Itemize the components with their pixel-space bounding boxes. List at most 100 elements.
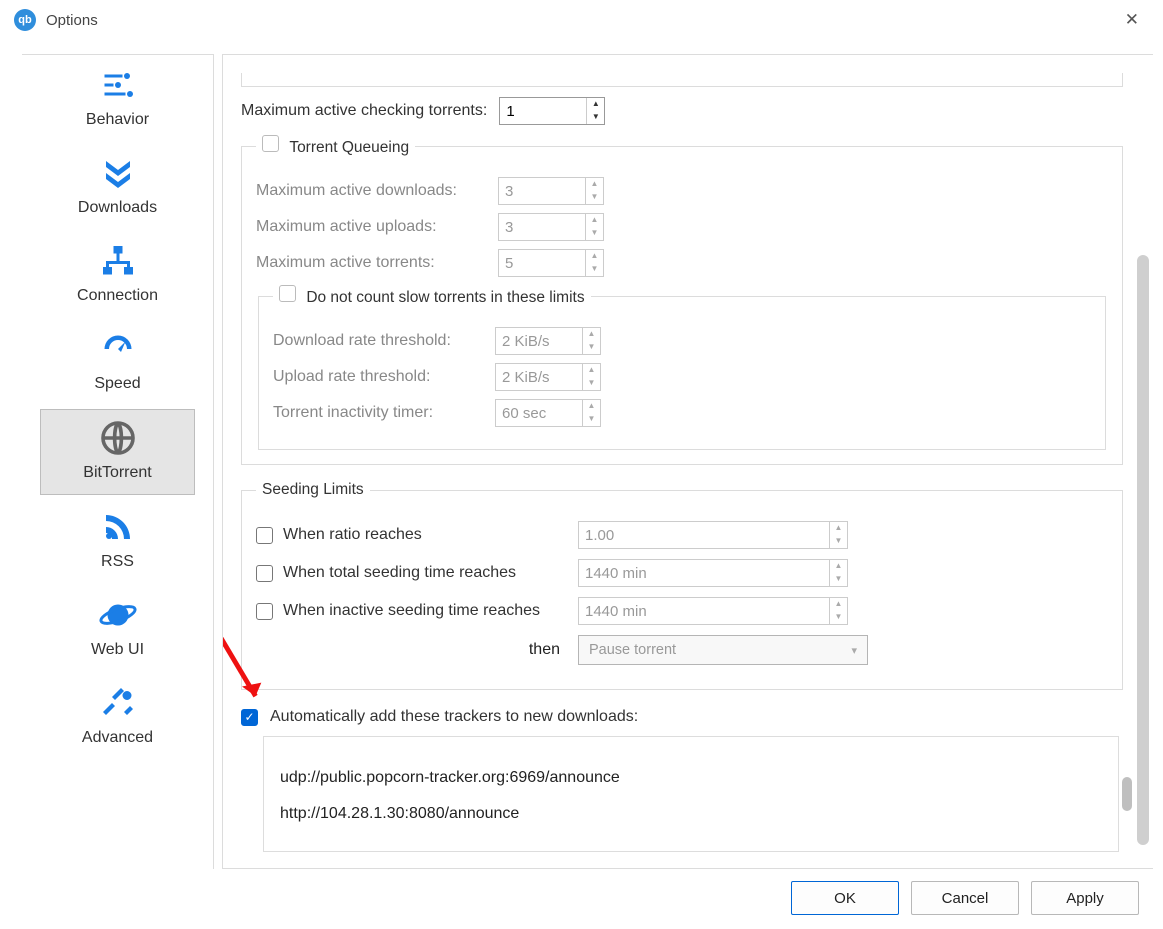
chevrons-down-icon xyxy=(95,153,141,193)
ratio-checkbox[interactable] xyxy=(256,527,273,544)
seeding-limits-legend: Seeding Limits xyxy=(256,481,370,499)
torrent-queueing-legend: Torrent Queueing xyxy=(289,139,409,156)
planet-icon xyxy=(95,595,141,635)
globe-icon xyxy=(95,418,141,458)
max-downloads-input[interactable] xyxy=(499,178,585,204)
max-checking-label: Maximum active checking torrents: xyxy=(241,102,487,120)
sidebar-item-webui[interactable]: Web UI xyxy=(22,585,213,673)
spin-down-icon[interactable]: ▼ xyxy=(586,227,603,240)
panel-scrollbar[interactable] xyxy=(1137,255,1149,845)
ok-button[interactable]: OK xyxy=(791,881,899,915)
inactive-time-input[interactable] xyxy=(579,598,829,624)
dl-threshold-label: Download rate threshold: xyxy=(273,332,483,350)
torrent-queueing-group: Torrent Queueing Maximum active download… xyxy=(241,135,1123,465)
sidebar-item-label: BitTorrent xyxy=(83,464,151,482)
spin-down-icon[interactable]: ▼ xyxy=(587,111,604,124)
textarea-scrollbar[interactable] xyxy=(1122,777,1132,811)
spin-down-icon[interactable]: ▼ xyxy=(830,611,847,624)
spin-up-icon[interactable]: ▲ xyxy=(583,400,600,413)
inactivity-input[interactable] xyxy=(496,400,582,426)
seeding-limits-group: Seeding Limits When ratio reaches ▲▼ xyxy=(241,481,1123,690)
auto-trackers-label: Automatically add these trackers to new … xyxy=(270,708,638,726)
network-icon xyxy=(95,241,141,281)
spin-down-icon[interactable]: ▼ xyxy=(583,377,600,390)
ratio-label: When ratio reaches xyxy=(283,526,422,544)
slow-torrents-legend: Do not count slow torrents in these limi… xyxy=(306,289,584,306)
app-icon: qb xyxy=(14,9,36,31)
inactive-time-checkbox[interactable] xyxy=(256,603,273,620)
cancel-button[interactable]: Cancel xyxy=(911,881,1019,915)
spin-up-icon[interactable]: ▲ xyxy=(583,364,600,377)
max-downloads-label: Maximum active downloads: xyxy=(256,182,486,200)
options-panel: Maximum active checking torrents: ▲▼ Tor… xyxy=(222,54,1153,869)
spin-up-icon[interactable]: ▲ xyxy=(830,522,847,535)
inactivity-spin[interactable]: ▲▼ xyxy=(495,399,601,427)
torrent-queueing-checkbox[interactable] xyxy=(262,135,279,152)
auto-trackers-text: udp://public.popcorn-tracker.org:6969/an… xyxy=(280,769,620,822)
sidebar-item-label: RSS xyxy=(101,553,134,571)
tools-icon xyxy=(95,683,141,723)
total-time-spin[interactable]: ▲▼ xyxy=(578,559,848,587)
total-time-label: When total seeding time reaches xyxy=(283,564,516,582)
ratio-input[interactable] xyxy=(579,522,829,548)
max-torrents-input[interactable] xyxy=(499,250,585,276)
then-action-select[interactable]: Pause torrent ▾ xyxy=(578,635,868,665)
max-downloads-spin[interactable]: ▲▼ xyxy=(498,177,604,205)
sidebar-item-label: Downloads xyxy=(78,199,157,217)
dl-threshold-spin[interactable]: ▲▼ xyxy=(495,327,601,355)
sidebar-item-bittorrent[interactable]: BitTorrent xyxy=(40,409,195,495)
apply-button[interactable]: Apply xyxy=(1031,881,1139,915)
dl-threshold-input[interactable] xyxy=(496,328,582,354)
then-label: then xyxy=(256,641,566,659)
titlebar: qb Options ✕ xyxy=(0,0,1163,40)
then-action-value: Pause torrent xyxy=(589,642,676,658)
max-uploads-input[interactable] xyxy=(499,214,585,240)
auto-trackers-checkbox[interactable] xyxy=(241,709,258,726)
sliders-icon xyxy=(95,65,141,105)
max-uploads-label: Maximum active uploads: xyxy=(256,218,486,236)
sidebar-item-advanced[interactable]: Advanced xyxy=(22,673,213,761)
spin-up-icon[interactable]: ▲ xyxy=(583,328,600,341)
spin-down-icon[interactable]: ▼ xyxy=(830,573,847,586)
max-checking-spin[interactable]: ▲▼ xyxy=(499,97,605,125)
ul-threshold-input[interactable] xyxy=(496,364,582,390)
total-time-checkbox[interactable] xyxy=(256,565,273,582)
slow-torrents-checkbox[interactable] xyxy=(279,285,296,302)
sidebar-item-behavior[interactable]: Behavior xyxy=(22,55,213,143)
spin-up-icon[interactable]: ▲ xyxy=(586,178,603,191)
max-torrents-spin[interactable]: ▲▼ xyxy=(498,249,604,277)
inactive-time-spin[interactable]: ▲▼ xyxy=(578,597,848,625)
spin-up-icon[interactable]: ▲ xyxy=(587,98,604,111)
sidebar-item-label: Advanced xyxy=(82,729,153,747)
dialog-buttons: OK Cancel Apply xyxy=(791,881,1139,915)
max-uploads-spin[interactable]: ▲▼ xyxy=(498,213,604,241)
inactivity-label: Torrent inactivity timer: xyxy=(273,404,483,422)
spin-down-icon[interactable]: ▼ xyxy=(583,413,600,426)
spin-down-icon[interactable]: ▼ xyxy=(586,191,603,204)
spin-down-icon[interactable]: ▼ xyxy=(583,341,600,354)
close-icon[interactable]: ✕ xyxy=(1115,4,1149,36)
ul-threshold-label: Upload rate threshold: xyxy=(273,368,483,386)
ratio-spin[interactable]: ▲▼ xyxy=(578,521,848,549)
spin-down-icon[interactable]: ▼ xyxy=(586,263,603,276)
spin-up-icon[interactable]: ▲ xyxy=(830,598,847,611)
previous-group-bottom xyxy=(241,73,1123,87)
spin-down-icon[interactable]: ▼ xyxy=(830,535,847,548)
window-title: Options xyxy=(46,12,98,29)
spin-up-icon[interactable]: ▲ xyxy=(586,214,603,227)
total-time-input[interactable] xyxy=(579,560,829,586)
ul-threshold-spin[interactable]: ▲▼ xyxy=(495,363,601,391)
max-checking-input[interactable] xyxy=(500,98,586,124)
sidebar-item-downloads[interactable]: Downloads xyxy=(22,143,213,231)
gauge-icon xyxy=(95,329,141,369)
sidebar-item-speed[interactable]: Speed xyxy=(22,319,213,407)
sidebar-item-label: Web UI xyxy=(91,641,144,659)
sidebar-item-rss[interactable]: RSS xyxy=(22,497,213,585)
sidebar-item-connection[interactable]: Connection xyxy=(22,231,213,319)
spin-up-icon[interactable]: ▲ xyxy=(586,250,603,263)
sidebar-item-label: Connection xyxy=(77,287,158,305)
auto-trackers-textarea[interactable]: udp://public.popcorn-tracker.org:6969/an… xyxy=(263,736,1119,852)
spin-up-icon[interactable]: ▲ xyxy=(830,560,847,573)
slow-torrents-group: Do not count slow torrents in these limi… xyxy=(258,285,1106,450)
sidebar-item-label: Behavior xyxy=(86,111,149,129)
